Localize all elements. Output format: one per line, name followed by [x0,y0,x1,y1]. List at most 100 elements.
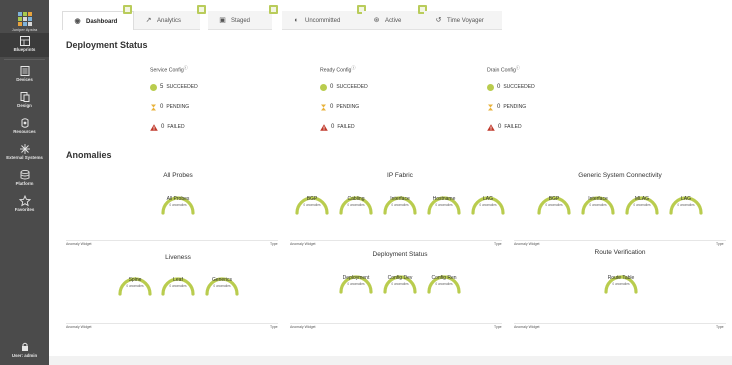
gauge-label: Route Table [607,275,635,281]
anomaly-gauge-lag[interactable]: LAG 0 anomalies [667,186,705,216]
gauge-anomaly-count: 0 anomalies [391,203,409,207]
panel-caption: Anomaly Widget [66,242,92,246]
hourglass-icon [488,104,493,110]
sidebar-item-resources[interactable]: Resources [0,115,49,139]
tab-active[interactable]: ⊛ Active [362,11,424,30]
anomaly-gauge-generics[interactable]: Generics 0 anomalies [203,267,241,297]
lock-icon [0,339,49,353]
tab-staged[interactable]: ▣ Staged [208,11,272,30]
gauge-label: Spine [128,277,142,283]
blueprint-icon [0,33,49,47]
anomaly-gauge-leaf[interactable]: Leaf 0 anomalies [159,267,197,297]
tab-badge [269,5,278,14]
panel-caption: Anomaly Widget [290,325,316,329]
anomaly-gauge-interface[interactable]: Interface 0 anomalies [579,186,617,216]
anomaly-gauge-interface[interactable]: Interface 0 anomalies [381,186,419,216]
gauge-label: Interface [390,196,410,202]
failed-row[interactable]: 0 FAILED [150,117,270,137]
gauge-label: BGP [306,196,318,202]
succeeded-label: SUCCEEDED [166,84,198,90]
panel-caption-type: Type [270,242,278,246]
failed-label: FAILED [337,124,355,130]
sidebar-item-devices[interactable]: Devices [0,63,49,87]
pending-row[interactable]: 0 PENDING [487,97,607,117]
failed-row[interactable]: 0 FAILED [320,117,440,137]
liveness-title: Liveness [165,254,191,261]
panel-caption-type: Type [270,325,278,329]
panel-caption-type: Type [494,242,502,246]
sidebar-item-external-systems[interactable]: External Systems [0,141,49,165]
gauge-anomaly-count: 0 anomalies [347,203,365,207]
anomaly-gauge-all-probes[interactable]: All Probes 0 anomalies [159,186,197,216]
failed-count: 0 [331,124,335,130]
check-circle-icon [487,83,494,91]
panel-divider [290,323,502,324]
sidebar-item-label: Resources [13,129,36,134]
anomaly-gauge-config-dev[interactable]: Config Dev 0 anomalies [381,265,419,295]
gauge-anomaly-count: 0 anomalies [612,282,630,286]
tab-time-voyager[interactable]: ↺ Time Voyager [424,11,502,30]
info-icon: ⓘ [351,65,356,70]
succeeded-count: 0 [497,84,501,90]
panel-divider [514,240,726,241]
succeeded-label: SUCCEEDED [336,84,368,90]
succeeded-row[interactable]: 0 SUCCEEDED [320,77,440,97]
pending-row[interactable]: 0 PENDING [320,97,440,117]
panel-divider [514,323,726,324]
devices-icon [0,63,49,77]
hourglass-icon [321,104,326,110]
analytics-icon: ↗ [145,17,152,24]
anomaly-gauge-hostname[interactable]: Hostname 0 anomalies [425,186,463,216]
sidebar-item-platform[interactable]: Platform [0,167,49,191]
tab-uncommitted[interactable]: ◐ Uncommitted [282,11,362,30]
user-label: User: admin [11,353,38,358]
gauge-anomaly-count: 0 anomalies [435,282,453,286]
succeeded-label: SUCCEEDED [503,84,535,90]
staged-icon: ▣ [219,17,226,24]
gauge-anomaly-count: 0 anomalies [126,284,144,288]
logo-text: Juniper Apstra [11,27,38,32]
anomaly-gauge-spine[interactable]: Spine 0 anomalies [116,267,154,297]
sidebar-item-label: External Systems [6,155,43,160]
tab-label: Time Voyager [447,18,484,24]
anomaly-gauge-bgp[interactable]: BGP 0 anomalies [293,186,331,216]
tab-label: Dashboard [86,19,118,25]
sidebar-item-label: Design [17,103,32,108]
sidebar-item-favorites[interactable]: Favorites [0,193,49,217]
tab-label: Analytics [157,18,182,24]
sidebar-item-blueprints[interactable]: Blueprints [0,33,49,57]
pending-count: 0 [160,104,164,110]
anomaly-gauge-route-table[interactable]: Route Table 0 anomalies [602,265,640,295]
anomaly-gauge-deployment[interactable]: Deployment 0 anomalies [337,265,375,295]
panel-caption: Anomaly Widget [66,325,92,329]
failed-count: 0 [161,124,165,130]
succeeded-row[interactable]: 0 SUCCEEDED [487,77,607,97]
failed-row[interactable]: 0 FAILED [487,117,607,137]
logo[interactable]: Juniper Apstra [0,3,49,32]
active-icon: ⊛ [373,17,380,24]
deployment-status-group-title: Deployment Status [372,251,428,258]
pending-row[interactable]: 0 PENDING [150,97,270,117]
anomaly-gauge-lag[interactable]: LAG 0 anomalies [469,186,507,216]
tab-analytics[interactable]: ↗ Analytics [134,11,200,30]
sidebar-item-label: Platform [15,181,34,186]
anomaly-gauge-config-ren[interactable]: Config Ren 0 anomalies [425,265,463,295]
anomaly-gauge-cabling[interactable]: Cabling 0 anomalies [337,186,375,216]
column-title: Service Configⓘ [150,65,188,74]
anomaly-gauge-mlag[interactable]: MLAG 0 anomalies [623,186,661,216]
gauge-label: BGP [548,196,560,202]
gauge-anomaly-count: 0 anomalies [213,284,231,288]
anomaly-gauge-bgp[interactable]: BGP 0 anomalies [535,186,573,216]
sidebar-item-design[interactable]: Design [0,89,49,113]
info-icon: ⓘ [515,65,520,70]
column-title: Ready Configⓘ [320,65,356,74]
tab-badge [197,5,206,14]
warning-icon [487,123,495,131]
panel-divider [66,240,278,241]
succeeded-row[interactable]: 5 SUCCEEDED [150,77,270,97]
tab-label: Active [385,18,402,24]
user-menu[interactable]: User: admin [0,339,49,363]
gauge-label: Cabling [347,196,365,202]
gauge-label: LAG [680,196,691,202]
resources-icon [0,115,49,129]
